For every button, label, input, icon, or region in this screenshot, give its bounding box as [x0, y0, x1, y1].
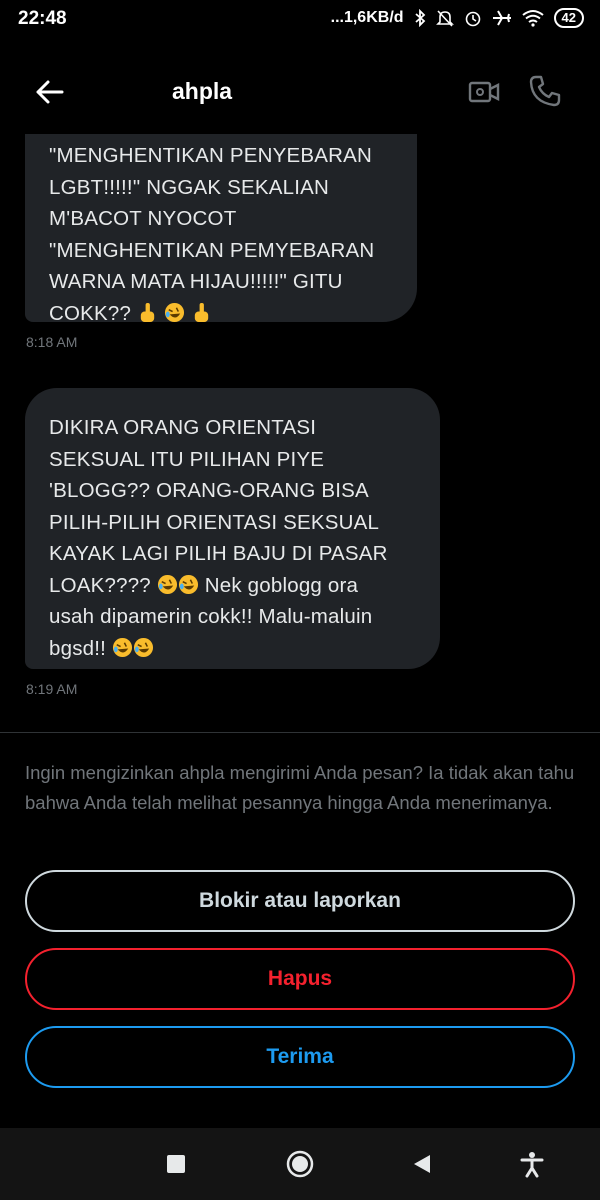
middle-finger-emoji: [194, 302, 209, 322]
phone-call-icon: [529, 75, 561, 107]
divider: [0, 732, 600, 733]
airplane-icon: [492, 10, 511, 26]
message-timestamp: 8:19 AM: [26, 681, 78, 697]
home-button[interactable]: [286, 1150, 314, 1178]
block-or-report-button[interactable]: Blokir atau laporkan: [25, 870, 575, 932]
rolling-laughing-emoji: [157, 574, 177, 594]
wifi-icon: [521, 10, 544, 27]
middle-finger-emoji: [140, 302, 155, 322]
rolling-laughing-emoji: [178, 574, 198, 594]
rolling-laughing-emoji: [112, 637, 132, 657]
battery-icon: 42: [553, 8, 584, 28]
recent-apps-button[interactable]: [162, 1150, 190, 1178]
message-bubble[interactable]: "MENGHENTIKAN PENYEBARAN LGBT!!!!!" NGGA…: [25, 134, 417, 325]
back-icon: [414, 1155, 430, 1173]
alarm-icon: [465, 11, 480, 27]
rolling-laughing-emoji: [133, 637, 153, 657]
status-time: 22:48: [18, 8, 67, 29]
message-list[interactable]: "MENGHENTIKAN PENYEBARAN LGBT!!!!!" NGGA…: [0, 134, 600, 732]
accessibility-button[interactable]: [518, 1150, 546, 1178]
rolling-laughing-emoji: [164, 302, 184, 322]
message-timestamp: 8:18 AM: [26, 334, 78, 350]
phone-call-button[interactable]: [528, 74, 562, 108]
back-button[interactable]: [34, 76, 66, 108]
conversation-header: ahpla: [0, 58, 600, 128]
system-navigation-bar: [0, 1128, 600, 1200]
mute-icon: [435, 10, 454, 27]
home-icon: [286, 1150, 314, 1178]
message-request-prompt: Ingin mengizinkan ahpla mengirimi Anda p…: [25, 762, 575, 813]
accessibility-icon: [520, 1152, 544, 1178]
message-text: DIKIRA ORANG ORIENTASI SEKSUAL ITU PILIH…: [49, 416, 388, 597]
message-bubble[interactable]: DIKIRA ORANG ORIENTASI SEKSUAL ITU PILIH…: [25, 388, 440, 669]
video-call-icon: [468, 81, 500, 103]
network-speed: ...1,6KB/d: [330, 9, 404, 26]
conversation-title: ahpla: [172, 78, 233, 104]
back-nav-button[interactable]: [408, 1150, 436, 1178]
status-bar: 22:48 ...1,6KB/d 42: [0, 0, 600, 38]
recent-apps-icon: [167, 1155, 185, 1173]
accept-button[interactable]: Terima: [25, 1026, 575, 1088]
delete-button[interactable]: Hapus: [25, 948, 575, 1010]
back-arrow-icon: [36, 80, 64, 104]
bluetooth-icon: [414, 9, 425, 27]
video-call-button[interactable]: [468, 76, 500, 108]
message-text: "MENGHENTIKAN PENYEBARAN LGBT!!!!!" NGGA…: [49, 144, 375, 325]
status-icons: ...1,6KB/d 42: [331, 8, 584, 28]
